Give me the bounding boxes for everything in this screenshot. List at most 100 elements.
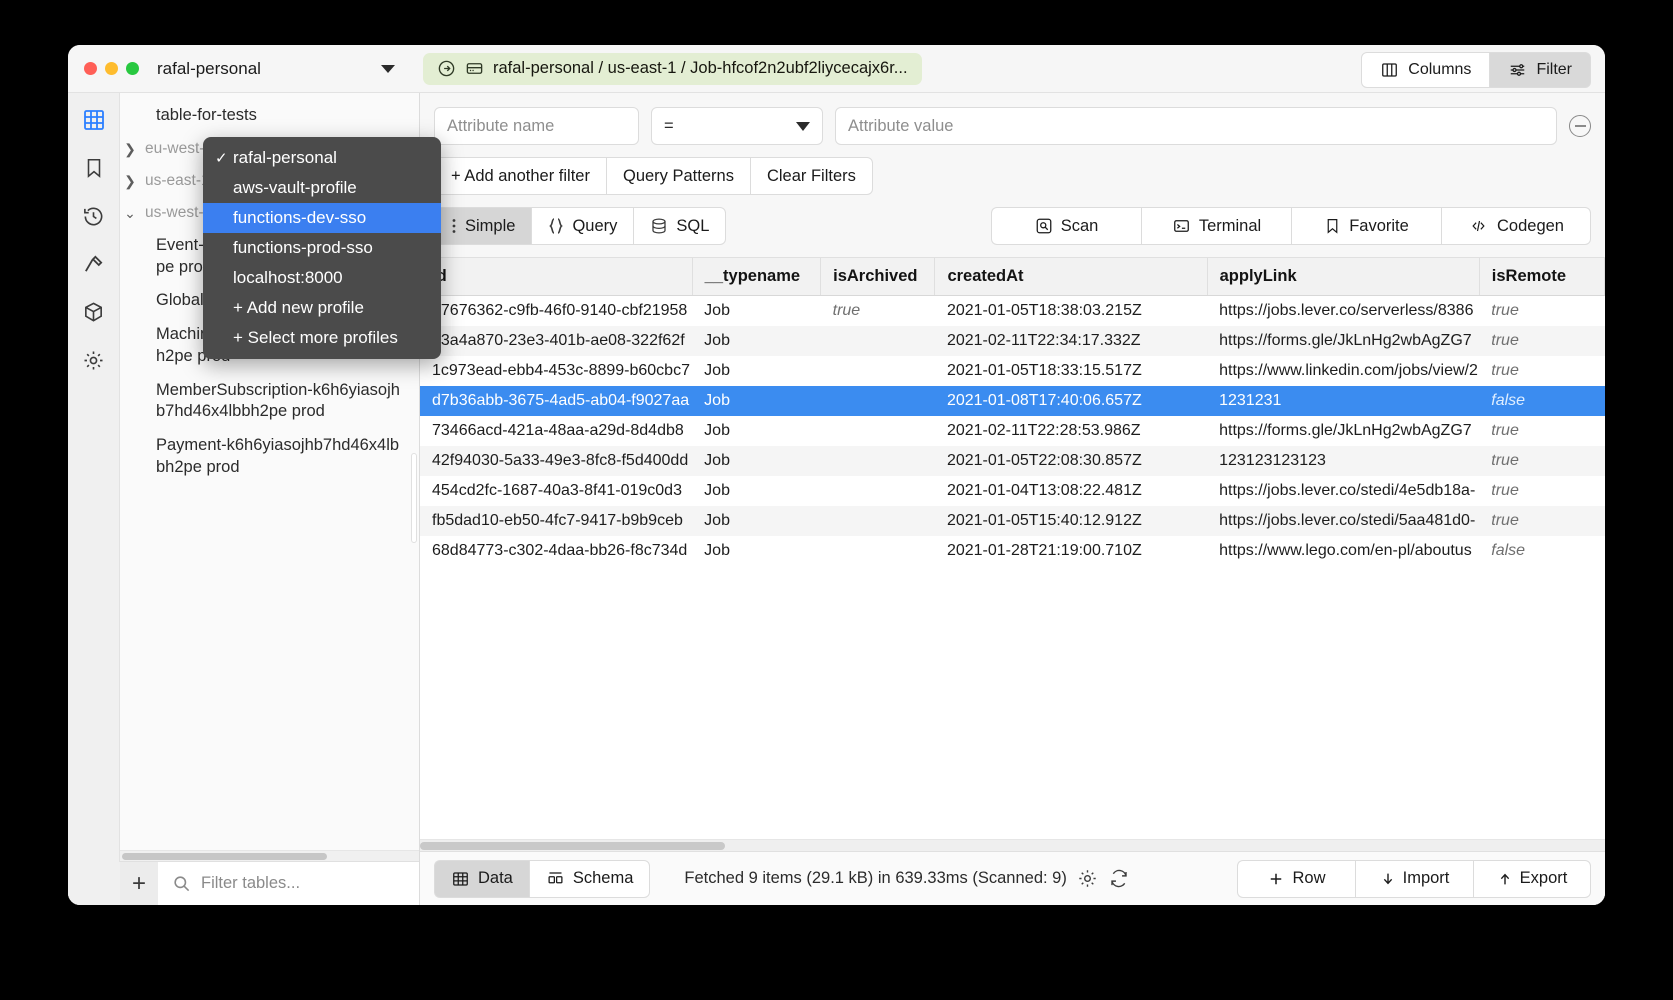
- cell-typename[interactable]: Job: [692, 356, 820, 386]
- cell-id[interactable]: 454cd2fc-1687-40a3-8f41-019c0d3: [420, 476, 692, 506]
- attribute-name-input[interactable]: [447, 117, 626, 136]
- remove-filter-icon[interactable]: [1569, 115, 1591, 137]
- columns-button[interactable]: Columns: [1361, 52, 1490, 88]
- cell-isremote[interactable]: true: [1479, 476, 1604, 506]
- cell-applylink[interactable]: https://www.linkedin.com/jobs/view/2: [1207, 356, 1479, 386]
- attribute-value-field[interactable]: [835, 107, 1557, 145]
- cell-isarchived[interactable]: [821, 476, 935, 506]
- cell-typename[interactable]: Job: [692, 416, 820, 446]
- cell-id[interactable]: 53a4a870-23e3-401b-ae08-322f62f: [420, 326, 692, 356]
- cell-id[interactable]: 42f94030-5a33-49e3-8fc8-f5d400dd: [420, 446, 692, 476]
- attribute-name-field[interactable]: [434, 107, 639, 145]
- menu-item-aws-vault-profile[interactable]: aws-vault-profile: [203, 173, 441, 203]
- cell-createdat[interactable]: 2021-01-05T15:40:12.912Z: [935, 506, 1207, 536]
- add-another-filter-button[interactable]: + Add another filter: [434, 157, 606, 195]
- cell-applylink[interactable]: 1231231: [1207, 386, 1479, 416]
- maximize-window-button[interactable]: [126, 62, 139, 75]
- tab-sql[interactable]: SQL: [633, 207, 726, 245]
- gear-icon[interactable]: [1077, 868, 1098, 889]
- cell-isremote[interactable]: true: [1479, 356, 1604, 386]
- cell-applylink[interactable]: https://www.lego.com/en-pl/aboutus: [1207, 536, 1479, 566]
- column-header-applylink[interactable]: applyLink: [1207, 258, 1479, 296]
- table-row[interactable]: 454cd2fc-1687-40a3-8f41-019c0d3 Job 2021…: [420, 476, 1605, 506]
- breadcrumb[interactable]: rafal-personal / us-east-1 / Job-hfcof2n…: [423, 53, 922, 85]
- cell-isarchived[interactable]: [821, 326, 935, 356]
- cell-id[interactable]: fb5dad10-eb50-4fc7-9417-b9b9ceb: [420, 506, 692, 536]
- cell-applylink[interactable]: https://jobs.lever.co/stedi/4e5db18a-: [1207, 476, 1479, 506]
- cell-typename[interactable]: Job: [692, 446, 820, 476]
- filter-button[interactable]: Filter: [1490, 52, 1591, 88]
- cell-typename[interactable]: Job: [692, 296, 820, 327]
- add-row-button[interactable]: Row: [1237, 860, 1355, 898]
- cell-isremote[interactable]: true: [1479, 416, 1604, 446]
- table-icon[interactable]: [81, 107, 107, 133]
- tree-vertical-scrollbar[interactable]: [411, 453, 417, 543]
- cell-applylink[interactable]: https://jobs.lever.co/serverless/8386: [1207, 296, 1479, 327]
- cell-createdat[interactable]: 2021-01-05T18:38:03.215Z: [935, 296, 1207, 327]
- cell-applylink[interactable]: 123123123123: [1207, 446, 1479, 476]
- tab-query[interactable]: Query: [531, 207, 633, 245]
- cell-typename[interactable]: Job: [692, 326, 820, 356]
- cell-applylink[interactable]: https://jobs.lever.co/stedi/5aa481d0-: [1207, 506, 1479, 536]
- cell-createdat[interactable]: 2021-01-04T13:08:22.481Z: [935, 476, 1207, 506]
- table-row[interactable]: 1c973ead-ebb4-453c-8899-b60cbc7 Job 2021…: [420, 356, 1605, 386]
- cell-id[interactable]: 1c973ead-ebb4-453c-8899-b60cbc7: [420, 356, 692, 386]
- profile-selector[interactable]: rafal-personal: [153, 45, 413, 93]
- table-horizontal-scrollbar[interactable]: [420, 839, 1605, 851]
- cell-isremote[interactable]: true: [1479, 296, 1604, 327]
- hammer-icon[interactable]: [81, 251, 107, 277]
- bookmark-icon[interactable]: [81, 155, 107, 181]
- column-header-isremote[interactable]: isRemote: [1479, 258, 1604, 296]
- codegen-button[interactable]: Codegen: [1441, 207, 1591, 245]
- terminal-button[interactable]: Terminal: [1141, 207, 1291, 245]
- column-header-isarchived[interactable]: isArchived: [821, 258, 935, 296]
- cell-createdat[interactable]: 2021-02-11T22:34:17.332Z: [935, 326, 1207, 356]
- minimize-window-button[interactable]: [105, 62, 118, 75]
- menu-item-rafal-personal[interactable]: ✓ rafal-personal: [203, 143, 441, 173]
- cell-typename[interactable]: Job: [692, 506, 820, 536]
- cell-applylink[interactable]: https://forms.gle/JkLnHg2wbAgZG7: [1207, 416, 1479, 446]
- query-patterns-button[interactable]: Query Patterns: [606, 157, 750, 195]
- table-row[interactable]: 42f94030-5a33-49e3-8fc8-f5d400dd Job 202…: [420, 446, 1605, 476]
- filter-tables-input[interactable]: [201, 874, 419, 893]
- cell-applylink[interactable]: https://forms.gle/JkLnHg2wbAgZG7: [1207, 326, 1479, 356]
- cell-id[interactable]: 57676362-c9fb-46f0-9140-cbf21958: [420, 296, 692, 327]
- cell-createdat[interactable]: 2021-01-08T17:40:06.657Z: [935, 386, 1207, 416]
- cell-typename[interactable]: Job: [692, 536, 820, 566]
- table-row[interactable]: 57676362-c9fb-46f0-9140-cbf21958 Job tru…: [420, 296, 1605, 327]
- menu-item-select-more-profiles[interactable]: + Select more profiles: [203, 323, 441, 353]
- table-horizontal-scrollbar-thumb[interactable]: [420, 842, 725, 850]
- table-row[interactable]: 68d84773-c302-4daa-bb26-f8c734d Job 2021…: [420, 536, 1605, 566]
- tab-schema[interactable]: Schema: [529, 860, 651, 898]
- cell-typename[interactable]: Job: [692, 476, 820, 506]
- import-button[interactable]: Import: [1355, 860, 1473, 898]
- cell-createdat[interactable]: 2021-01-28T21:19:00.710Z: [935, 536, 1207, 566]
- table-row[interactable]: fb5dad10-eb50-4fc7-9417-b9b9ceb Job 2021…: [420, 506, 1605, 536]
- tab-data[interactable]: Data: [434, 860, 529, 898]
- cell-isarchived[interactable]: true: [821, 296, 935, 327]
- table-row[interactable]: 73466acd-421a-48aa-a29d-8d4db8 Job 2021-…: [420, 416, 1605, 446]
- operator-select[interactable]: =: [651, 107, 823, 145]
- tree-item-table[interactable]: Payment-k6h6yiasojhb7hd46x4lbbh2pe prod: [120, 429, 419, 485]
- cell-createdat[interactable]: 2021-01-05T22:08:30.857Z: [935, 446, 1207, 476]
- cell-isarchived[interactable]: [821, 536, 935, 566]
- add-table-button[interactable]: +: [120, 862, 158, 906]
- menu-item-functions-dev-sso[interactable]: functions-dev-sso: [203, 203, 441, 233]
- cell-isarchived[interactable]: [821, 386, 935, 416]
- column-header-createdat[interactable]: createdAt: [935, 258, 1207, 296]
- attribute-value-input[interactable]: [848, 117, 1544, 136]
- cell-id[interactable]: 68d84773-c302-4daa-bb26-f8c734d: [420, 536, 692, 566]
- clear-filters-button[interactable]: Clear Filters: [750, 157, 873, 195]
- box-icon[interactable]: [81, 299, 107, 325]
- column-header-typename[interactable]: __typename: [692, 258, 820, 296]
- cell-typename[interactable]: Job: [692, 386, 820, 416]
- tab-simple[interactable]: Simple: [434, 207, 531, 245]
- menu-item-add-new-profile[interactable]: + Add new profile: [203, 293, 441, 323]
- cell-isarchived[interactable]: [821, 416, 935, 446]
- cell-isremote[interactable]: true: [1479, 446, 1604, 476]
- tree-item-table[interactable]: MemberSubscription-k6h6yiasojhb7hd46x4lb…: [120, 374, 419, 430]
- history-icon[interactable]: [81, 203, 107, 229]
- cell-isremote[interactable]: false: [1479, 536, 1604, 566]
- cell-isarchived[interactable]: [821, 356, 935, 386]
- cell-isarchived[interactable]: [821, 446, 935, 476]
